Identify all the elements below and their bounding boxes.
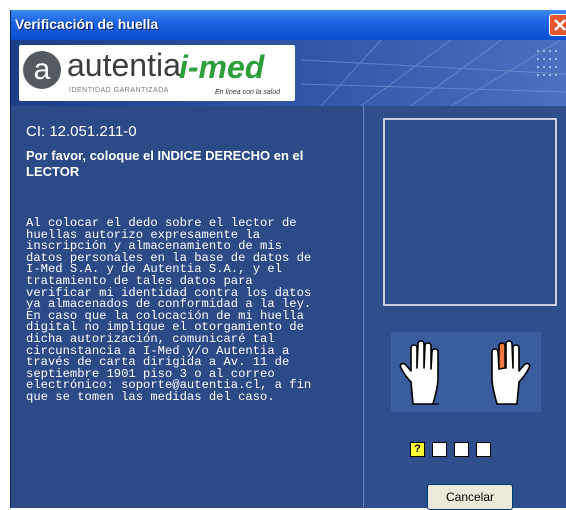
step-indicator: ? xyxy=(410,442,425,457)
close-button[interactable] xyxy=(549,14,566,36)
autentia-logo-icon: a xyxy=(23,51,61,89)
autentia-tagline: IDENTIDAD GARANTIZADA xyxy=(69,87,169,94)
logo-area: a autentia IDENTIDAD GARANTIZADA i-med E… xyxy=(19,45,295,101)
cancel-button[interactable]: Cancelar xyxy=(427,484,513,510)
close-icon xyxy=(554,19,566,31)
fingerprint-preview xyxy=(383,118,557,306)
info-panel: CI: 12.051.211-0 Por favor, coloque el I… xyxy=(11,106,364,508)
banner-decoration xyxy=(301,40,566,106)
right-index-finger-highlight xyxy=(498,342,506,370)
fingerprint-dialog: Verificación de huella a autentia IDENTI… xyxy=(10,10,566,510)
step-indicator xyxy=(476,442,491,457)
right-hand-icon xyxy=(491,340,531,405)
finger-selector xyxy=(391,332,541,412)
instruction-text: Por favor, coloque el INDICE DERECHO en … xyxy=(26,148,304,179)
imed-logo-text: i-med xyxy=(179,49,265,85)
left-hand-icon xyxy=(399,340,439,405)
step-indicator xyxy=(432,442,447,457)
autentia-logo-text: autentia xyxy=(67,47,181,83)
logo-banner: a autentia IDENTIDAD GARANTIZADA i-med E… xyxy=(11,40,566,106)
window-title: Verificación de huella xyxy=(15,16,159,32)
imed-tagline: En línea con la salud xyxy=(215,89,280,96)
capture-panel: ? Cancelar xyxy=(364,106,566,510)
step-indicator xyxy=(454,442,469,457)
title-bar[interactable]: Verificación de huella xyxy=(11,10,566,40)
ci-number: CI: 12.051.211-0 xyxy=(26,123,137,140)
consent-text: Al colocar el dedo sobre el lector de hu… xyxy=(26,216,312,404)
